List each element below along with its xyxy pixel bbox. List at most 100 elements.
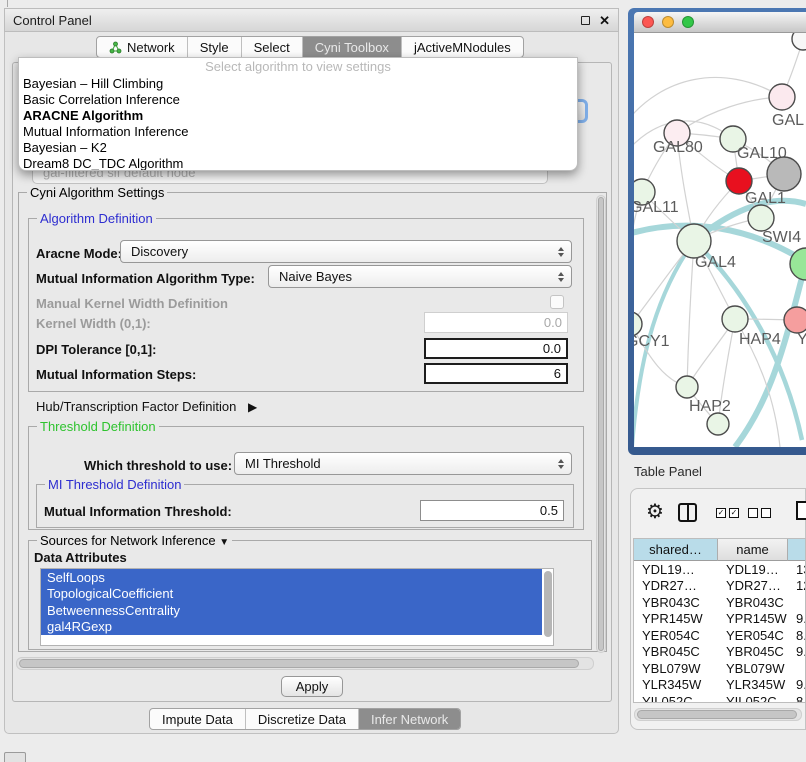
dpi-tolerance-field[interactable]: 0.0 [424, 338, 568, 359]
table-cell[interactable]: 9. [788, 677, 806, 694]
algorithm-option-bayesian-k2[interactable]: Bayesian – K2 [19, 139, 577, 155]
table-cell[interactable]: YPR145W [718, 611, 788, 628]
table-cell[interactable] [788, 660, 806, 677]
node-unnamed-5[interactable] [767, 157, 801, 191]
mi-steps-field[interactable]: 6 [424, 363, 568, 384]
unchecked-box-icon[interactable] [748, 508, 758, 518]
table-cell[interactable]: YBR045C [718, 644, 788, 661]
table-cell[interactable]: YDL19… [634, 561, 718, 578]
columns-icon[interactable] [678, 503, 697, 522]
apply-label: Apply [296, 679, 329, 694]
table-cell[interactable]: YIL052C [634, 693, 718, 703]
tab-network[interactable]: Network [97, 37, 187, 57]
node-y[interactable] [784, 307, 806, 333]
attribute-item-selfloops[interactable]: SelfLoops [41, 569, 542, 586]
table-row[interactable]: YBR043CYBR043C [634, 594, 805, 611]
attribute-item-gal4rgexp[interactable]: gal4RGexp [41, 619, 542, 636]
settings-vscrollbar[interactable] [596, 195, 606, 653]
minimize-traffic-light[interactable] [662, 16, 674, 28]
table-row[interactable]: YLR345WYLR345W9. [634, 677, 805, 694]
float-window-icon[interactable] [581, 16, 590, 25]
sources-expander[interactable]: Sources for Network Inference ▼ [37, 533, 232, 548]
node-hap2[interactable] [676, 376, 698, 398]
mi-type-combobox[interactable]: Naive Bayes [268, 265, 572, 288]
table-row[interactable]: YPR145WYPR145W9. [634, 611, 805, 628]
tab-discretize-data[interactable]: Discretize Data [245, 709, 358, 729]
table-cell[interactable]: YDR27… [718, 578, 788, 595]
table-cell[interactable]: YIL052C [718, 693, 788, 703]
node-unnamed-14[interactable] [707, 413, 729, 435]
table-cell[interactable]: YDL19… [718, 561, 788, 578]
table-cell[interactable]: 8. [788, 693, 806, 703]
node-swi4[interactable] [748, 205, 774, 231]
corner-button[interactable] [4, 752, 26, 762]
node-gal4[interactable] [677, 224, 711, 258]
attribute-item-betweennesscentrality[interactable]: BetweennessCentrality [41, 602, 542, 619]
tab-jactivemnodules[interactable]: jActiveMNodules [401, 37, 523, 57]
table-cell[interactable]: YLR345W [718, 677, 788, 694]
table-cell[interactable]: 12 [788, 578, 806, 595]
table-cell[interactable]: 13 [788, 561, 806, 578]
algorithm-option-bayesian-hill-climbing[interactable]: Bayesian – Hill Climbing [19, 75, 577, 91]
page-icon[interactable] [796, 501, 806, 520]
table-cell[interactable]: 9. [788, 644, 806, 661]
table-cell[interactable]: YBR043C [634, 594, 718, 611]
table-cell[interactable]: YLR345W [634, 677, 718, 694]
apply-button[interactable]: Apply [281, 676, 343, 697]
algorithm-option-mutual-information-inference[interactable]: Mutual Information Inference [19, 123, 577, 139]
unchecked-box-icon[interactable] [761, 508, 771, 518]
checked-box-icon[interactable]: ✓ [729, 508, 739, 518]
column-header-item[interactable] [788, 539, 806, 561]
mi-threshold-field[interactable]: 0.5 [420, 500, 564, 521]
table-cell[interactable] [788, 594, 806, 611]
checked-box-icon[interactable]: ✓ [716, 508, 726, 518]
algorithm-option-aracne-algorithm[interactable]: ARACNE Algorithm [19, 107, 577, 123]
tab-infer-network[interactable]: Infer Network [358, 709, 460, 729]
table-row[interactable]: YIL052CYIL052C8. [634, 693, 805, 703]
table-cell[interactable]: YER054C [634, 627, 718, 644]
algorithm-option-basic-correlation-inference[interactable]: Basic Correlation Inference [19, 91, 577, 107]
list-scrollbar-thumb[interactable] [544, 571, 552, 637]
tab-select[interactable]: Select [241, 37, 302, 57]
table-row[interactable]: YBR045CYBR045C9. [634, 644, 805, 661]
zoom-traffic-light[interactable] [682, 16, 694, 28]
tab-style[interactable]: Style [187, 37, 241, 57]
node-unnamed-0[interactable] [792, 33, 806, 50]
table-cell[interactable]: YBR045C [634, 644, 718, 661]
settings-hscrollbar[interactable] [16, 657, 594, 670]
close-traffic-light[interactable] [642, 16, 654, 28]
node-hap4[interactable] [722, 306, 748, 332]
which-threshold-combobox[interactable]: MI Threshold [234, 452, 572, 475]
group-title: MI Threshold Definition [45, 477, 184, 492]
table-cell[interactable]: 9. [788, 611, 806, 628]
table-hscrollbar[interactable] [634, 708, 802, 721]
dropdown-placeholder: Select algorithm to view settings [19, 58, 577, 75]
table-cell[interactable]: YER054C [718, 627, 788, 644]
network-canvas[interactable]: GALGAL80GAL10GAL1GAL11SWI4GAL4GCY1HAP4YH… [634, 33, 806, 447]
table-row[interactable]: YDL19…YDL19…13 [634, 561, 805, 578]
hub-definition-expander[interactable]: Hub/Transcription Factor Definition ▶ [36, 399, 257, 414]
table-row[interactable]: YDR27…YDR27…12 [634, 578, 805, 595]
table-cell[interactable]: YBL079W [718, 660, 788, 677]
table-cell[interactable]: 8. [788, 627, 806, 644]
close-icon[interactable]: ✕ [599, 14, 610, 27]
algorithm-option-dream8-dc-tdc-algorithm[interactable]: Dream8 DC_TDC Algorithm [19, 155, 577, 171]
aracne-mode-combobox[interactable]: Discovery [120, 240, 572, 263]
node-gal[interactable] [769, 84, 795, 110]
manual-kernel-checkbox[interactable] [550, 295, 564, 309]
kernel-width-field[interactable]: 0.0 [424, 312, 568, 333]
table-cell[interactable]: YBL079W [634, 660, 718, 677]
attribute-item-topologicalcoefficient[interactable]: TopologicalCoefficient [41, 586, 542, 603]
chevron-right-icon: ▶ [248, 400, 257, 414]
column-header-name[interactable]: name [718, 539, 788, 561]
sources-title: Sources for Network Inference [40, 533, 216, 548]
gear-icon[interactable]: ⚙ [646, 502, 664, 522]
table-cell[interactable]: YPR145W [634, 611, 718, 628]
table-cell[interactable]: YDR27… [634, 578, 718, 595]
column-header-shared[interactable]: shared… [634, 539, 718, 561]
table-row[interactable]: YER054CYER054C8. [634, 627, 805, 644]
tab-impute-data[interactable]: Impute Data [150, 709, 245, 729]
table-row[interactable]: YBL079WYBL079W [634, 660, 805, 677]
table-cell[interactable]: YBR043C [718, 594, 788, 611]
tab-cyni-toolbox[interactable]: Cyni Toolbox [302, 37, 401, 57]
